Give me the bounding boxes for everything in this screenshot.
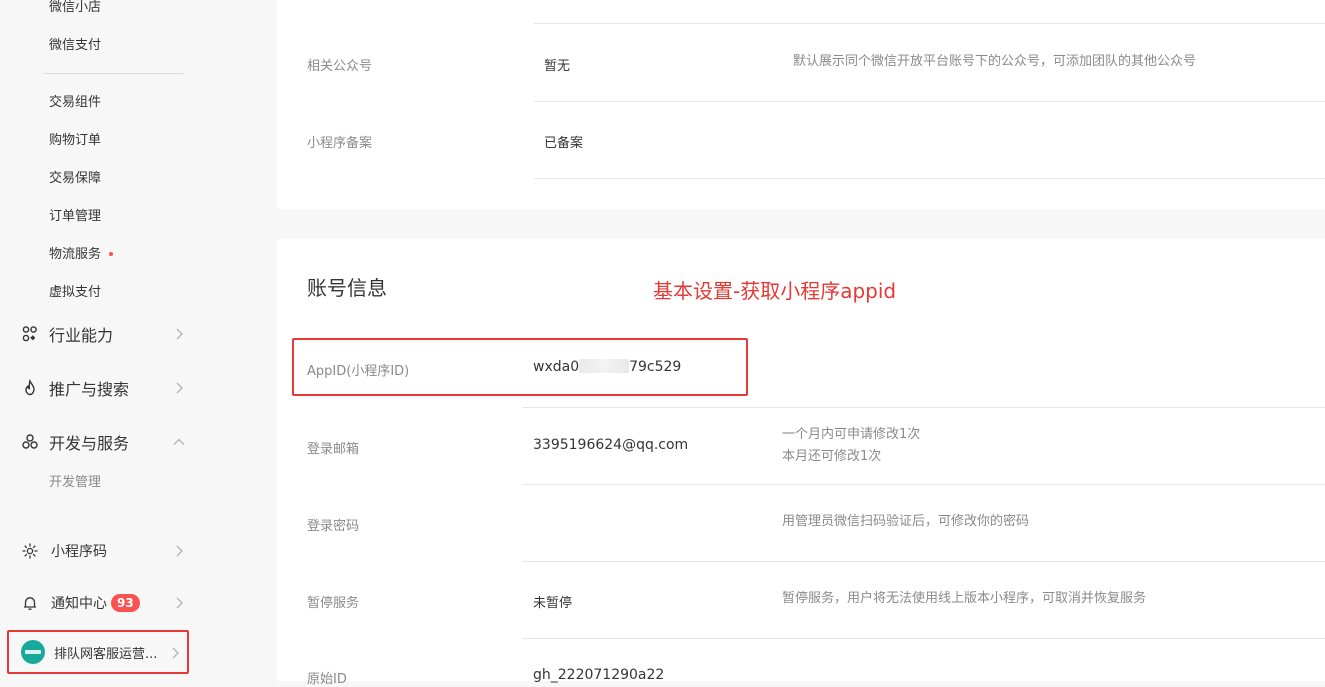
sidebar-item-trade-component[interactable]: 交易组件 — [49, 94, 101, 112]
sidebar-item-label: 物流服务 — [49, 247, 102, 262]
sidebar-group-label: 开发与服务 — [49, 434, 130, 453]
email-desc-2: 本月还可修改1次 — [782, 449, 882, 464]
email-label: 登录邮箱 — [307, 442, 360, 457]
appid-value[interactable]: wxda0 79c529 — [533, 359, 681, 375]
suspend-desc: 暂停服务，用户将无法使用线上版本小程序，可取消并恢复服务 — [782, 591, 1147, 606]
sidebar-group-promotion[interactable]: 推广与搜索 — [20, 372, 192, 404]
basic-info-card: 相关公众号 暂无 默认展示同个微信开放平台账号下的公众号，可添加团队的其他公众号… — [277, 0, 1325, 209]
chevron-up-icon — [173, 438, 185, 445]
related-account-value: 暂无 — [544, 59, 571, 74]
row-divider — [534, 23, 1325, 24]
flower-icon — [20, 432, 40, 452]
related-account-label: 相关公众号 — [307, 59, 373, 74]
row-divider — [534, 101, 1325, 102]
sun-icon — [20, 541, 40, 561]
sidebar-notifications-label: 通知中心 — [51, 596, 107, 612]
account-switcher[interactable]: 排队网客服运营... — [7, 630, 189, 674]
row-divider — [522, 407, 1325, 408]
filing-label: 小程序备案 — [307, 136, 373, 151]
sidebar-item-logistics[interactable]: 物流服务 — [49, 246, 114, 264]
chevron-right-icon — [176, 328, 183, 340]
chevron-right-icon — [172, 647, 179, 659]
sidebar-group-dev-services[interactable]: 开发与服务 — [20, 426, 192, 458]
row-divider — [522, 561, 1325, 562]
password-label: 登录密码 — [307, 519, 360, 534]
filing-value: 已备案 — [544, 136, 584, 151]
email-desc-1: 一个月内可申请修改1次 — [782, 427, 921, 442]
sidebar-divider — [43, 73, 183, 74]
chevron-right-icon — [176, 597, 183, 609]
notification-count-badge: 93 — [111, 594, 140, 612]
annotation-text: 基本设置-获取小程序appid — [653, 279, 897, 303]
flame-icon — [20, 378, 40, 398]
bell-icon — [20, 593, 40, 613]
related-account-desc: 默认展示同个微信开放平台账号下的公众号，可添加团队的其他公众号 — [793, 54, 1197, 69]
suspend-value: 未暂停 — [533, 596, 573, 611]
row-divider — [522, 638, 1325, 639]
sidebar-notifications[interactable]: 通知中心 93 — [20, 587, 192, 619]
suspend-label: 暂停服务 — [307, 596, 360, 611]
nodes-icon — [20, 324, 40, 344]
row-divider — [522, 484, 1325, 485]
sidebar-item-virtual-pay[interactable]: 虚拟支付 — [49, 284, 101, 302]
password-desc: 用管理员微信扫码验证后，可修改你的密码 — [782, 514, 1030, 529]
sidebar-item-wechat-shop[interactable]: 微信小店 — [49, 0, 101, 17]
sidebar-item-trade-guarantee[interactable]: 交易保障 — [49, 170, 101, 188]
appid-suffix: 79c529 — [629, 359, 682, 375]
original-id-label: 原始ID — [307, 672, 347, 687]
sidebar-item-dev-management[interactable]: 开发管理 — [49, 474, 101, 492]
new-dot-indicator — [109, 251, 114, 256]
appid-prefix: wxda0 — [533, 359, 580, 375]
sidebar-mini-code[interactable]: 小程序码 — [20, 535, 192, 567]
row-divider — [534, 178, 1325, 179]
sidebar: 微信小店 微信支付 交易组件 购物订单 交易保障 订单管理 物流服务 虚拟支付 … — [0, 0, 218, 681]
sidebar-group-label: 行业能力 — [49, 326, 114, 345]
email-value: 3395196624@qq.com — [533, 437, 689, 453]
chevron-right-icon — [176, 545, 183, 557]
section-title: 账号信息 — [307, 276, 387, 300]
sidebar-item-wechat-pay[interactable]: 微信支付 — [49, 37, 101, 55]
sidebar-group-label: 推广与搜索 — [49, 380, 130, 399]
account-info-card: 账号信息 基本设置-获取小程序appid AppID(小程序ID) wxda0 7… — [277, 239, 1325, 687]
avatar — [21, 640, 45, 664]
sidebar-item-shopping-orders[interactable]: 购物订单 — [49, 132, 101, 150]
chevron-right-icon — [176, 382, 183, 394]
sidebar-mini-code-label: 小程序码 — [51, 544, 107, 560]
sidebar-group-industry[interactable]: 行业能力 — [20, 318, 192, 350]
sidebar-item-order-management[interactable]: 订单管理 — [49, 208, 101, 226]
account-name: 排队网客服运营... — [54, 646, 158, 662]
appid-label: AppID(小程序ID) — [307, 364, 410, 379]
redacted-blur — [579, 359, 630, 373]
